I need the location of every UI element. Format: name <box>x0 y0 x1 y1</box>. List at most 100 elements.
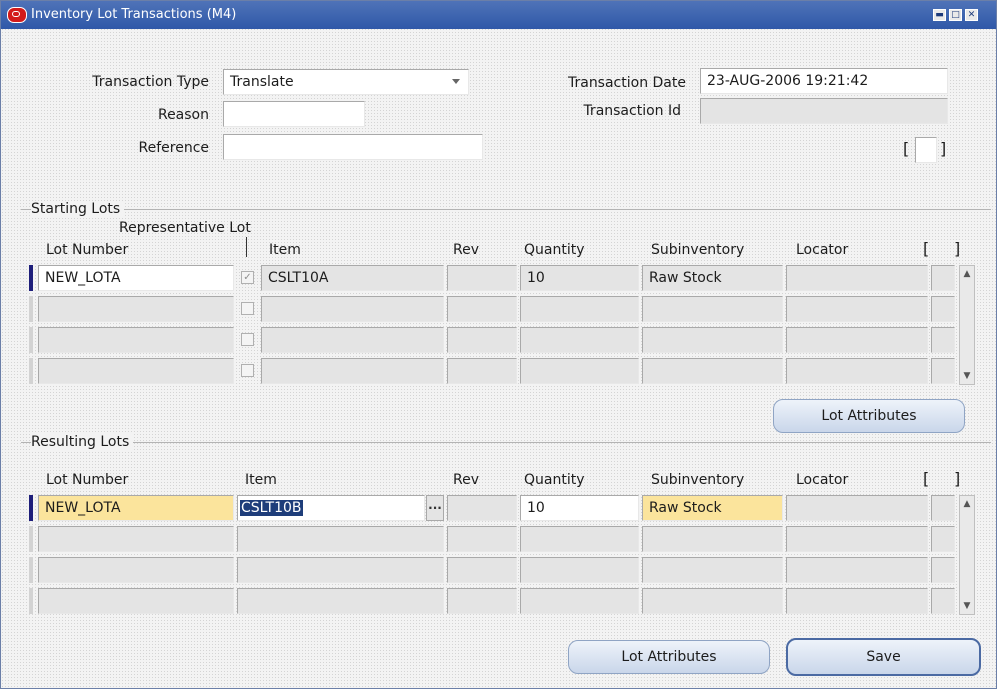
column-locator: Locator <box>796 242 849 258</box>
reference-label: Reference <box>138 140 210 156</box>
starting-lot-number-cell[interactable] <box>38 358 234 384</box>
scroll-up-icon[interactable]: ▲ <box>962 499 972 509</box>
resulting-lots-scrollbar[interactable]: ▲ ▼ <box>959 495 975 615</box>
minimize-button[interactable]: ▬ <box>933 9 946 21</box>
starting-locator-cell <box>786 327 928 353</box>
resulting-quantity-cell[interactable] <box>520 526 639 552</box>
representative-lot-checkbox[interactable] <box>241 364 254 377</box>
window-title: Inventory Lot Transactions (M4) <box>31 7 237 22</box>
starting-bracket-close: ] <box>954 239 961 258</box>
starting-lots-divider <box>21 209 991 210</box>
starting-locator-cell <box>786 265 928 291</box>
starting-rev-cell <box>447 265 517 291</box>
resulting-lots-label: Resulting Lots <box>31 434 134 450</box>
transaction-type-label: Transaction Type <box>92 74 209 90</box>
current-row-indicator[interactable] <box>29 495 33 521</box>
resulting-quantity-cell[interactable] <box>520 588 639 614</box>
resulting-locator-cell <box>786 526 928 552</box>
starting-lot-number-cell[interactable] <box>38 327 234 353</box>
column-quantity: Quantity <box>524 242 585 258</box>
resulting-quantity-cell[interactable]: 10 <box>520 495 639 521</box>
transaction-date-field[interactable]: 23-AUG-2006 19:21:42 <box>700 68 948 94</box>
starting-flexfield-cell[interactable] <box>931 296 955 322</box>
starting-subinventory-cell: Raw Stock <box>642 265 783 291</box>
starting-lots-scrollbar[interactable]: ▲ ▼ <box>959 265 975 385</box>
starting-quantity-cell <box>520 358 639 384</box>
starting-quantity-cell <box>520 296 639 322</box>
column-rev: Rev <box>453 242 479 258</box>
resulting-subinventory-cell[interactable] <box>642 557 783 583</box>
representative-lot-checkbox[interactable] <box>241 302 254 315</box>
resulting-item-cell[interactable] <box>237 588 444 614</box>
resulting-bracket-open: [ <box>923 469 930 488</box>
starting-rev-cell <box>447 327 517 353</box>
starting-flexfield-cell[interactable] <box>931 358 955 384</box>
chevron-down-icon[interactable] <box>452 79 460 84</box>
resulting-lot-number-cell[interactable] <box>38 557 234 583</box>
transaction-type-select[interactable]: Translate <box>223 69 469 95</box>
starting-flexfield-cell[interactable] <box>931 327 955 353</box>
scroll-up-icon[interactable]: ▲ <box>962 269 972 279</box>
column-subinventory: Subinventory <box>651 472 745 488</box>
representative-lot-checkbox[interactable] <box>241 333 254 346</box>
close-button[interactable]: ✕ <box>965 9 978 21</box>
maximize-button[interactable]: □ <box>949 9 962 21</box>
resulting-flexfield-cell[interactable] <box>931 526 955 552</box>
starting-flexfield-cell[interactable] <box>931 265 955 291</box>
oracle-logo-icon <box>7 7 27 23</box>
save-button[interactable]: Save <box>786 638 981 676</box>
starting-lot-attributes-button[interactable]: Lot Attributes <box>773 399 965 433</box>
scroll-down-icon[interactable]: ▼ <box>962 371 972 381</box>
resulting-lot-attributes-button[interactable]: Lot Attributes <box>568 640 770 674</box>
resulting-locator-cell <box>786 588 928 614</box>
column-subinventory: Subinventory <box>651 242 745 258</box>
column-rev: Rev <box>453 472 479 488</box>
selected-item-text[interactable]: CSLT10B <box>240 500 303 516</box>
starting-lots-label: Starting Lots <box>31 201 125 217</box>
resulting-subinventory-cell[interactable] <box>642 526 783 552</box>
starting-item-cell <box>261 296 444 322</box>
resulting-lot-number-cell[interactable] <box>38 588 234 614</box>
resulting-item-cell[interactable] <box>237 557 444 583</box>
resulting-bracket-close: ] <box>954 469 961 488</box>
resulting-item-cell[interactable]: CSLT10B <box>237 495 425 521</box>
descriptive-flexfield[interactable] <box>915 137 937 163</box>
row-indicator[interactable] <box>29 327 33 353</box>
resulting-item-cell[interactable] <box>237 526 444 552</box>
resulting-subinventory-cell[interactable]: Raw Stock <box>642 495 783 521</box>
starting-subinventory-cell <box>642 296 783 322</box>
inventory-lot-transactions-window: Inventory Lot Transactions (M4) ▬ □ ✕ Tr… <box>0 0 997 689</box>
column-quantity: Quantity <box>524 472 585 488</box>
representative-lot-label: Representative Lot <box>119 220 251 236</box>
starting-locator-cell <box>786 296 928 322</box>
reason-field[interactable] <box>223 101 365 127</box>
starting-rev-cell <box>447 358 517 384</box>
row-indicator[interactable] <box>29 588 33 614</box>
row-indicator[interactable] <box>29 358 33 384</box>
list-of-values-button[interactable]: ... <box>426 495 444 521</box>
column-lot-number: Lot Number <box>46 242 129 258</box>
row-indicator[interactable] <box>29 526 33 552</box>
resulting-lot-number-cell[interactable]: NEW_LOTA <box>38 495 234 521</box>
resulting-flexfield-cell[interactable] <box>931 588 955 614</box>
representative-lot-tick <box>246 237 247 257</box>
column-item: Item <box>269 242 301 258</box>
row-indicator[interactable] <box>29 557 33 583</box>
reference-field[interactable] <box>223 134 483 160</box>
resulting-lot-number-cell[interactable] <box>38 526 234 552</box>
starting-lot-number-cell[interactable] <box>38 296 234 322</box>
representative-lot-checkbox[interactable]: ✓ <box>241 271 254 284</box>
scroll-down-icon[interactable]: ▼ <box>962 601 972 611</box>
transaction-date-label: Transaction Date <box>567 75 686 91</box>
resulting-subinventory-cell[interactable] <box>642 588 783 614</box>
row-indicator[interactable] <box>29 296 33 322</box>
resulting-flexfield-cell[interactable] <box>931 557 955 583</box>
starting-item-cell <box>261 327 444 353</box>
starting-locator-cell <box>786 358 928 384</box>
starting-quantity-cell <box>520 327 639 353</box>
resulting-quantity-cell[interactable] <box>520 557 639 583</box>
starting-lot-number-cell[interactable]: NEW_LOTA <box>38 265 234 291</box>
starting-subinventory-cell <box>642 327 783 353</box>
current-row-indicator[interactable] <box>29 265 33 291</box>
resulting-flexfield-cell[interactable] <box>931 495 955 521</box>
